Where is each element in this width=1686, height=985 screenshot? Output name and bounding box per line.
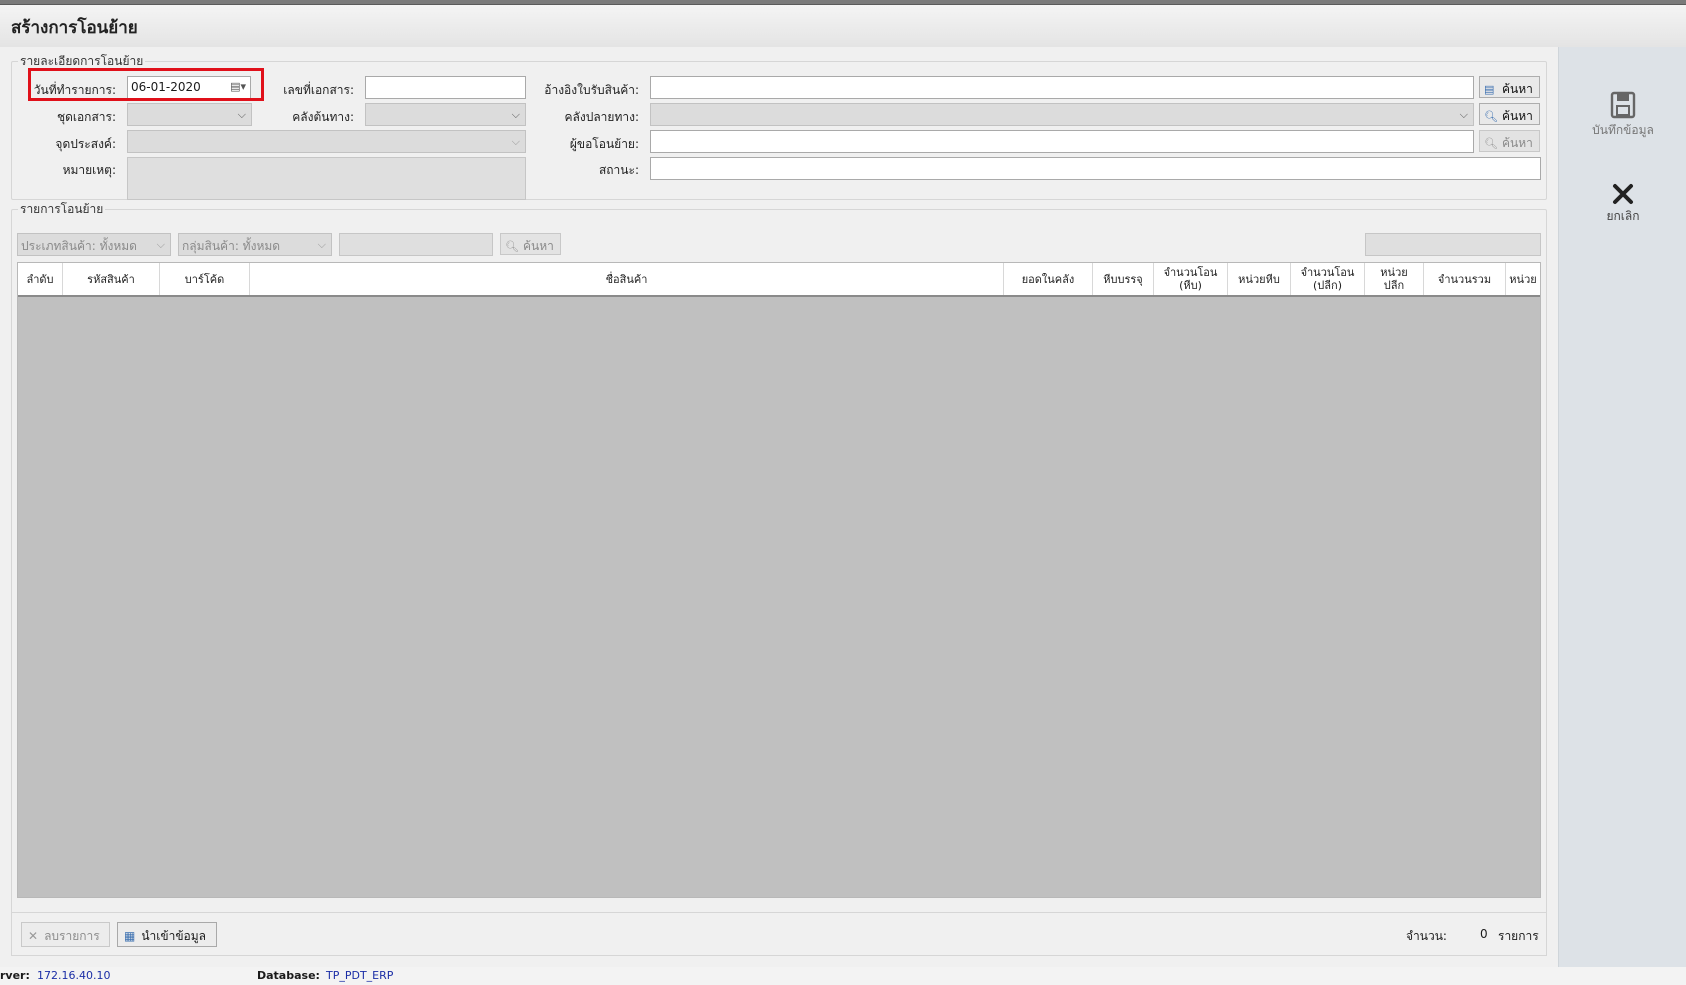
doc-set-select[interactable]: ⌵ — [127, 103, 252, 126]
bottom-bar: ✕ ลบรายการ ▦ นำเข้าข้อมูล จำนวน: 0 รายการ — [11, 912, 1547, 956]
col-header-unit[interactable]: หน่วย — [1506, 263, 1540, 295]
close-icon: ✕ — [28, 929, 39, 943]
requester-search-button[interactable]: 🔍︎ ค้นหา — [1479, 130, 1540, 152]
item-search-input[interactable] — [339, 233, 493, 256]
col-header-seq[interactable]: ลำดับ — [18, 263, 63, 295]
cancel-button[interactable]: ยกเลิก — [1559, 183, 1686, 226]
col-header-product-name[interactable]: ชื่อสินค้า — [250, 263, 1004, 295]
ref-receipt-label: อ้างอิงใบรับสินค้า: — [544, 83, 639, 97]
magnifier-icon: 🔍︎ — [505, 240, 519, 253]
note-label: หมายเหตุ: — [62, 163, 116, 177]
requester-input[interactable] — [650, 130, 1474, 153]
product-group-filter[interactable]: กลุ่มสินค้า: ทั้งหมด ⌵ — [178, 233, 332, 256]
dest-wh-search-label: ค้นหา — [1502, 109, 1533, 123]
ref-receipt-search-label: ค้นหา — [1502, 82, 1533, 96]
chevron-down-icon: ⌵ — [511, 108, 520, 121]
product-type-filter[interactable]: ประเภทสินค้า: ทั้งหมด ⌵ — [17, 233, 171, 256]
col-header-transfer-box[interactable]: จำนวนโอน (หีบ) — [1154, 263, 1228, 295]
chevron-down-icon: ⌵ — [237, 108, 246, 121]
list-icon: ▤ — [1484, 83, 1495, 96]
item-search-label: ค้นหา — [523, 239, 554, 253]
col-header-product-code[interactable]: รหัสสินค้า — [63, 263, 160, 295]
cancel-label: ยกเลิก — [1606, 209, 1640, 223]
source-wh-label: คลังต้นทาง: — [292, 110, 354, 124]
date-highlight-box — [28, 68, 264, 101]
doc-set-label: ชุดเอกสาร: — [56, 110, 116, 124]
database-label: Database: — [257, 969, 320, 982]
chevron-down-icon: ⌵ — [511, 135, 520, 148]
transfer-items-grid[interactable]: ลำดับ รหัสสินค้า บาร์โค้ด ชื่อสินค้า ยอด… — [17, 262, 1541, 898]
save-button[interactable]: บันทึกข้อมูล — [1559, 91, 1686, 140]
title-bar: สร้างการโอนย้าย — [0, 5, 1686, 47]
import-data-button[interactable]: ▦ นำเข้าข้อมูล — [117, 922, 217, 947]
dest-wh-search-button[interactable]: 🔍︎ ค้นหา — [1479, 103, 1540, 125]
status-input[interactable] — [650, 157, 1541, 180]
main-area: รายละเอียดการโอนย้าย วันที่ทำรายการ: 06-… — [0, 47, 1558, 967]
magnifier-icon: 🔍︎ — [1484, 110, 1498, 123]
count-unit: รายการ — [1498, 929, 1539, 943]
save-label: บันทึกข้อมูล — [1592, 123, 1654, 137]
close-icon — [1613, 184, 1633, 204]
transfer-items-legend: รายการโอนย้าย — [20, 202, 104, 216]
delete-item-button[interactable]: ✕ ลบรายการ — [21, 922, 110, 947]
doc-no-label: เลขที่เอกสาร: — [283, 83, 354, 97]
window-title: สร้างการโอนย้าย — [11, 18, 138, 38]
grid-header: ลำดับ รหัสสินค้า บาร์โค้ด ชื่อสินค้า ยอด… — [18, 263, 1540, 297]
ref-receipt-search-button[interactable]: ▤ ค้นหา — [1479, 76, 1540, 98]
purpose-select[interactable]: ⌵ — [127, 130, 526, 153]
col-header-box-unit[interactable]: หน่วยหีบ — [1228, 263, 1291, 295]
quick-filter-input[interactable] — [1365, 233, 1541, 256]
chevron-down-icon: ⌵ — [317, 238, 326, 251]
chevron-down-icon: ⌵ — [156, 238, 165, 251]
server-label: rver: — [0, 969, 30, 982]
dest-wh-select[interactable]: ⌵ — [650, 103, 1474, 126]
dest-wh-label: คลังปลายทาง: — [564, 110, 639, 124]
col-header-transfer-retail[interactable]: จำนวนโอน (ปลีก) — [1291, 263, 1365, 295]
status-label: สถานะ: — [598, 163, 639, 177]
source-wh-select[interactable]: ⌵ — [365, 103, 526, 126]
product-group-filter-label: กลุ่มสินค้า: ทั้งหมด — [182, 239, 281, 253]
requester-label: ผู้ขอโอนย้าย: — [569, 137, 639, 151]
product-type-filter-label: ประเภทสินค้า: ทั้งหมด — [21, 239, 137, 253]
status-bar: rver: 172.16.40.10 Database: TP_PDT_ERP — [0, 967, 1686, 985]
ref-receipt-input[interactable] — [650, 76, 1474, 99]
chevron-down-icon: ⌵ — [1459, 108, 1468, 121]
delete-item-label: ลบรายการ — [44, 929, 100, 943]
col-header-total[interactable]: จำนวนรวม — [1424, 263, 1506, 295]
note-textarea[interactable] — [127, 157, 526, 200]
floppy-disk-icon — [1610, 91, 1636, 119]
doc-no-input[interactable] — [365, 76, 526, 99]
database-value: TP_PDT_ERP — [326, 969, 394, 982]
import-data-label: นำเข้าข้อมูล — [141, 929, 207, 943]
col-header-barcode[interactable]: บาร์โค้ด — [160, 263, 250, 295]
col-header-stock[interactable]: ยอดในคลัง — [1004, 263, 1093, 295]
magnifier-icon: 🔍︎ — [1484, 137, 1498, 150]
import-icon: ▦ — [124, 929, 136, 943]
count-value: 0 — [1480, 927, 1488, 941]
requester-search-label: ค้นหา — [1502, 136, 1533, 150]
server-value: 172.16.40.10 — [37, 969, 111, 982]
count-label: จำนวน: — [1406, 929, 1447, 943]
item-search-button[interactable]: 🔍︎ ค้นหา — [500, 233, 561, 255]
right-action-panel: บันทึกข้อมูล ยกเลิก — [1558, 47, 1686, 967]
col-header-retail-unit[interactable]: หน่วย ปลีก — [1365, 263, 1424, 295]
purpose-label: จุดประสงค์: — [55, 137, 116, 151]
col-header-pack-size[interactable]: หีบบรรจุ — [1093, 263, 1154, 295]
